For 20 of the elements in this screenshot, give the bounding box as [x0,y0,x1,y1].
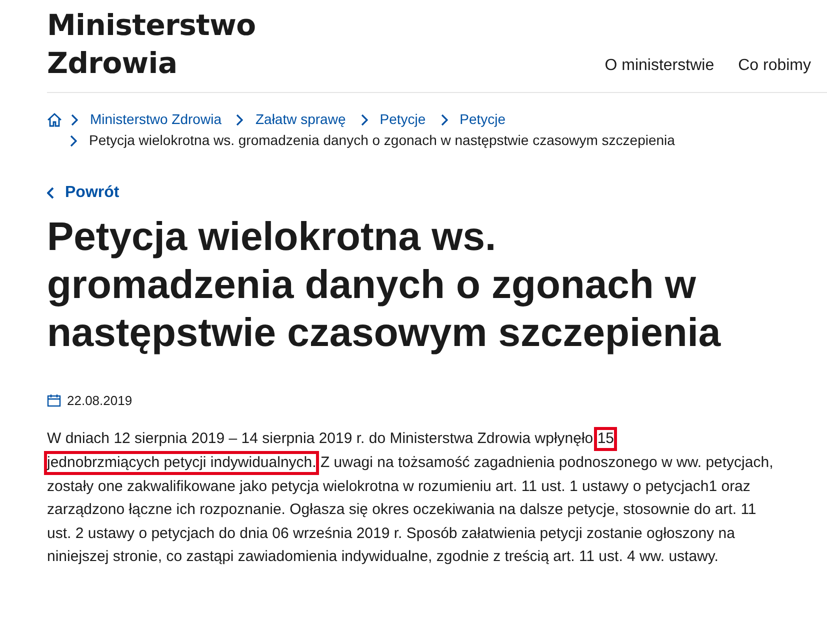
chevron-icon [235,114,244,126]
breadcrumb-link[interactable]: Petycje [460,109,506,130]
nav-link[interactable]: O ministerstwie [604,54,714,78]
chevron-icon [70,114,78,126]
chevron-icon [360,114,368,126]
breadcrumb-link[interactable]: Ministerstwo Zdrowia [90,109,222,130]
back-link[interactable]: Powrót [47,181,120,205]
calendar-icon [47,394,61,408]
breadcrumb-link[interactable]: Petycje [380,109,426,130]
page-title: Petycja wielokrotna ws. gromadzenia danych o zgonach w następstwie czasowym szczepienia [47,214,722,357]
publication-date: 22.08.2019 [67,392,132,410]
chevron-left-icon [47,187,55,199]
breadcrumb-link[interactable]: Załatw sprawę [255,109,346,130]
nav-link[interactable]: Co robimy [738,54,811,78]
chevron-icon [440,114,448,126]
article-paragraph: W dniach 12 sierpnia 2019 – 14 sierpnia 2019 r. do Ministerstwa Zdrowia wpłynęło 15 jednobrzmiących petycji indywidualnych. Z uwagi na tożsamość zagadnienia podnoszonego w ww. petycjach, zostały one zakwalifikowane jako petycja wielokrotna w rozumieniu art. 11 ust. 1 ustawy o petycjach1 oraz zarządzono łączne ich rozpoznanie. Ogłasza się okres oczekiwania na dalsze petycje, stosownie do art. 11 ust. 2 ustawy o petycjach do dnia 06 września 2019 r. Sposób załatwienia petycji zostanie ogłoszony na niniejszej stronie, co zastąpi zawiadomienia indywidualne, zgodnie z treścią art. 11 ust. 4 ww. ustawy. [47,426,782,568]
site-logo[interactable]: Ministerstwo Zdrowia [47,6,256,82]
home-icon[interactable] [47,112,62,126]
chevron-icon [69,134,77,146]
breadcrumb-current: Petycja wielokrotna ws. gromadzenia danych o zgonach w następstwie czasowym szczepienia [89,131,675,150]
